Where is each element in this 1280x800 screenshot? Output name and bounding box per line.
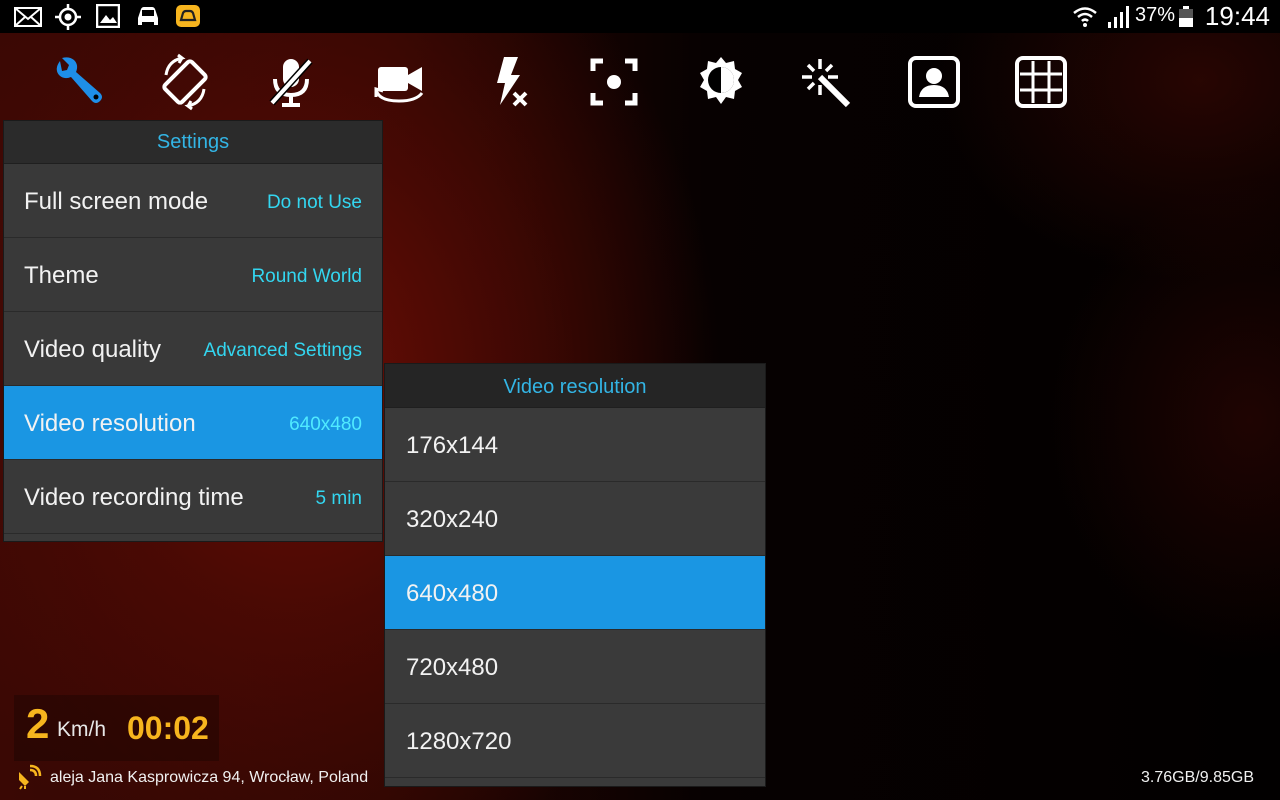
wrench-icon[interactable]	[50, 53, 108, 111]
app-icon	[176, 5, 200, 27]
resolution-option[interactable]: 1280x720	[385, 704, 765, 778]
setting-theme[interactable]: Theme Round World	[4, 238, 382, 312]
battery-icon	[1179, 6, 1193, 27]
speed-unit: Km/h	[57, 718, 107, 741]
mail-icon	[14, 7, 42, 27]
setting-label: Full screen mode	[24, 188, 209, 215]
resolution-option-label: 176x144	[406, 432, 499, 459]
signal-icon	[1108, 6, 1129, 28]
setting-label: Theme	[24, 262, 99, 289]
setting-video-quality[interactable]: Video quality Advanced Settings	[4, 312, 382, 386]
gps-icon	[55, 4, 81, 30]
portrait-icon[interactable]	[905, 53, 963, 111]
switch-camera-icon[interactable]	[370, 53, 428, 111]
resolution-option[interactable]: 320x240	[385, 482, 765, 556]
grid-icon[interactable]	[1012, 53, 1070, 111]
wifi-icon	[1073, 7, 1097, 27]
setting-value: Do not Use	[266, 192, 362, 213]
rotate-icon[interactable]	[156, 53, 214, 111]
exposure-icon[interactable]	[692, 53, 750, 111]
mic-off-icon[interactable]	[262, 53, 320, 111]
setting-video-recording-time[interactable]: Video recording time 5 min	[4, 460, 382, 534]
location-address: aleja Jana Kasprowicza 94, Wrocław, Pola…	[50, 769, 369, 786]
resolution-option[interactable]: 176x144	[385, 408, 765, 482]
setting-full-screen-mode[interactable]: Full screen mode Do not Use	[4, 164, 382, 238]
speed-value: 2	[26, 700, 50, 747]
storage-usage: 3.76GB/9.85GB	[1141, 769, 1254, 786]
status-bar: 37% 19:44	[0, 0, 1280, 33]
resolution-option-label: 640x480	[406, 580, 499, 607]
car-icon	[138, 7, 158, 25]
setting-video-resolution[interactable]: Video resolution 640x480	[4, 386, 382, 460]
settings-title: Settings	[4, 121, 382, 164]
setting-value: 640x480	[289, 414, 362, 435]
dialog-title: Video resolution	[385, 364, 765, 408]
focus-icon[interactable]	[585, 53, 643, 111]
resolution-option-label: 320x240	[406, 506, 499, 533]
resolution-option[interactable]: 720x480	[385, 630, 765, 704]
resolution-option-label: 720x480	[406, 654, 499, 681]
recording-timer: 00:02	[127, 710, 209, 746]
gps-signal-icon	[19, 764, 42, 790]
setting-label: Video recording time	[24, 484, 244, 511]
battery-percent: 37%	[1135, 4, 1176, 26]
image-icon	[96, 4, 120, 28]
setting-label: Video quality	[24, 336, 161, 363]
settings-panel: Settings Full screen mode Do not Use The…	[4, 121, 382, 541]
setting-label: Video resolution	[24, 410, 196, 437]
flash-off-icon[interactable]	[480, 53, 538, 111]
video-resolution-dialog: Video resolution 176x144 320x240 640x480…	[385, 364, 765, 786]
resolution-option-label: 1280x720	[406, 728, 512, 755]
resolution-option-selected[interactable]: 640x480	[385, 556, 765, 630]
setting-value: Round World	[251, 266, 362, 287]
setting-value: 5 min	[315, 488, 362, 509]
clock: 19:44	[1204, 1, 1270, 31]
setting-value: Advanced Settings	[203, 340, 362, 361]
effects-wand-icon[interactable]	[798, 53, 856, 111]
